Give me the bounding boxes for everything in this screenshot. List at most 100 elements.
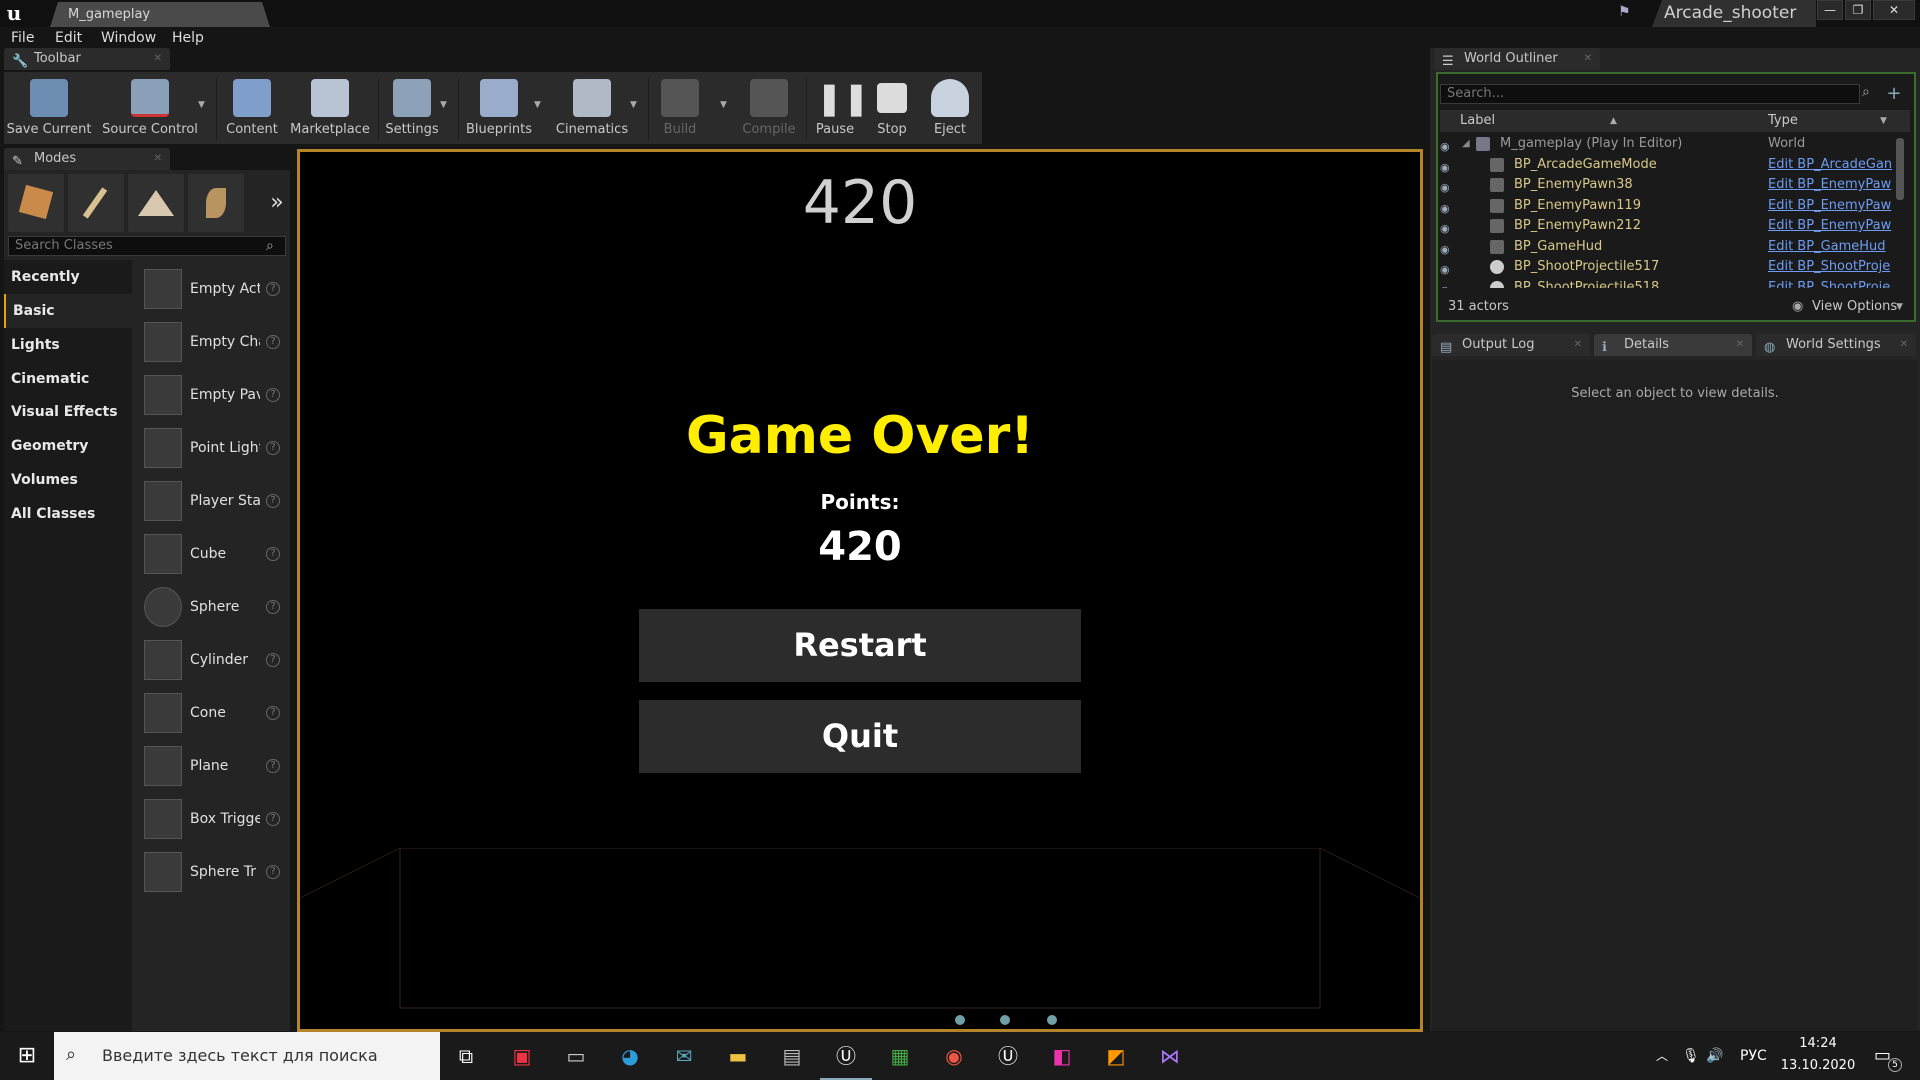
category-volumes[interactable]: Volumes bbox=[4, 463, 132, 497]
notifications-icon[interactable]: ▭ bbox=[1874, 1032, 1891, 1080]
tab-world-outliner[interactable]: ☰ World Outliner ✕ bbox=[1434, 48, 1600, 70]
help-icon[interactable]: ? bbox=[266, 600, 280, 614]
chrome-icon[interactable]: ◉ bbox=[928, 1032, 980, 1080]
list-item[interactable]: Plane? bbox=[140, 741, 288, 791]
landscape-mode-icon[interactable] bbox=[128, 174, 184, 232]
place-mode-icon[interactable] bbox=[8, 174, 64, 232]
chevron-down-icon[interactable]: ▼ bbox=[1896, 296, 1903, 318]
maximize-button[interactable]: ❐ bbox=[1845, 0, 1871, 20]
help-icon[interactable]: ? bbox=[266, 759, 280, 773]
build-dropdown-icon[interactable]: ▼ bbox=[720, 100, 730, 110]
unreal-engine-icon[interactable]: Ⓤ bbox=[820, 1032, 872, 1080]
jetbrains-icon[interactable]: ◧ bbox=[1036, 1032, 1088, 1080]
sublime-icon[interactable]: ◩ bbox=[1090, 1032, 1142, 1080]
list-item[interactable]: Box Trigge? bbox=[140, 794, 288, 844]
list-item[interactable]: Cylinder? bbox=[140, 635, 288, 685]
cinematics-button[interactable]: Cinematics bbox=[552, 74, 632, 144]
menu-help[interactable]: Help bbox=[172, 27, 204, 49]
view-options-button[interactable]: View Options bbox=[1812, 296, 1897, 318]
visibility-eye-icon[interactable]: ◉ bbox=[1440, 158, 1454, 174]
close-tab-icon[interactable]: ✕ bbox=[1736, 334, 1744, 356]
close-button[interactable]: ✕ bbox=[1873, 0, 1915, 20]
list-item[interactable]: Sphere? bbox=[140, 582, 288, 632]
help-icon[interactable]: ? bbox=[266, 547, 280, 561]
table-row[interactable]: ◉ BP_GameHud Edit BP_GameHud bbox=[1440, 237, 1900, 257]
taskbar-search-input[interactable]: Введите здесь текст для поиска bbox=[54, 1032, 440, 1080]
language-indicator[interactable]: РУС bbox=[1740, 1032, 1767, 1080]
edge-browser-icon[interactable]: ◕ bbox=[604, 1032, 656, 1080]
list-item[interactable]: Point Light? bbox=[140, 423, 288, 473]
table-row[interactable]: ◉ BP_ShootProjectile518 Edit BP_ShootPro… bbox=[1440, 278, 1900, 288]
table-row[interactable]: ◉ BP_EnemyPawn119 Edit BP_EnemyPaw bbox=[1440, 196, 1900, 216]
help-icon[interactable]: ? bbox=[266, 494, 280, 508]
help-icon[interactable]: ? bbox=[266, 706, 280, 720]
table-row[interactable]: ◉ BP_ShootProjectile517 Edit BP_ShootPro… bbox=[1440, 257, 1900, 277]
category-basic[interactable]: Basic bbox=[4, 294, 132, 328]
marketplace-button[interactable]: Marketplace bbox=[288, 74, 372, 144]
table-row[interactable]: ◉ BP_ArcadeGameMode Edit BP_ArcadeGan bbox=[1440, 155, 1900, 175]
eject-button[interactable]: Eject bbox=[924, 74, 976, 144]
expand-arrow-icon[interactable]: ◢ bbox=[1462, 134, 1470, 154]
source-control-dropdown-icon[interactable]: ▼ bbox=[198, 100, 208, 110]
visual-studio-icon[interactable]: ⋈ bbox=[1144, 1032, 1196, 1080]
windows-start-icon[interactable]: ⊞ bbox=[0, 1032, 54, 1080]
close-tab-icon[interactable]: ✕ bbox=[154, 148, 162, 170]
outliner-scrollbar[interactable] bbox=[1896, 138, 1904, 200]
list-item[interactable]: Empty Cha? bbox=[140, 317, 288, 367]
tray-chevron-icon[interactable]: ︿ bbox=[1656, 1032, 1668, 1080]
search-classes-input[interactable]: Search Classes bbox=[8, 236, 286, 256]
visibility-eye-icon[interactable]: ◉ bbox=[1440, 260, 1454, 276]
table-row[interactable]: ◉ BP_EnemyPawn38 Edit BP_EnemyPaw bbox=[1440, 175, 1900, 195]
help-icon[interactable]: ? bbox=[266, 653, 280, 667]
paint-mode-icon[interactable] bbox=[68, 174, 124, 232]
help-icon[interactable]: ? bbox=[266, 335, 280, 349]
visibility-eye-icon[interactable]: ◉ bbox=[1440, 219, 1454, 235]
pause-button[interactable]: ❚❚ Pause bbox=[810, 74, 870, 144]
compile-button[interactable]: Compile bbox=[738, 74, 800, 144]
task-view-icon[interactable]: ⧉ bbox=[440, 1032, 492, 1080]
unreal-launcher-icon[interactable]: Ⓤ bbox=[982, 1032, 1034, 1080]
blueprints-dropdown-icon[interactable]: ▼ bbox=[534, 100, 544, 110]
app-red-icon[interactable]: ▣ bbox=[496, 1032, 548, 1080]
close-tab-icon[interactable]: ✕ bbox=[1574, 334, 1582, 356]
settings-button[interactable]: Settings bbox=[382, 74, 442, 144]
help-icon[interactable]: ? bbox=[266, 388, 280, 402]
category-all-classes[interactable]: All Classes bbox=[4, 497, 132, 531]
category-lights[interactable]: Lights bbox=[4, 328, 132, 362]
foliage-mode-icon[interactable] bbox=[188, 174, 244, 232]
minimize-button[interactable]: — bbox=[1817, 0, 1843, 20]
category-geometry[interactable]: Geometry bbox=[4, 429, 132, 463]
tab-world-settings[interactable]: ◍ World Settings ✕ bbox=[1756, 334, 1916, 356]
close-tab-icon[interactable]: ✕ bbox=[1584, 48, 1592, 70]
clock-time[interactable]: 14:24 bbox=[1778, 1036, 1858, 1051]
blueprints-button[interactable]: Blueprints bbox=[464, 74, 534, 144]
tab-details[interactable]: ℹ Details ✕ bbox=[1594, 334, 1752, 356]
build-button[interactable]: Build bbox=[654, 74, 706, 144]
help-icon[interactable]: ? bbox=[266, 812, 280, 826]
source-control-button[interactable]: Source Control bbox=[100, 74, 200, 144]
category-visual-effects[interactable]: Visual Effects bbox=[4, 395, 132, 429]
category-recently-placed[interactable]: Recently Placed bbox=[4, 260, 132, 319]
save-current-button[interactable]: Save Current bbox=[6, 74, 92, 144]
list-item[interactable]: Empty Pav? bbox=[140, 370, 288, 420]
excel-icon[interactable]: ▦ bbox=[874, 1032, 926, 1080]
list-item[interactable]: Empty Act? bbox=[140, 264, 288, 314]
stop-button[interactable]: Stop bbox=[868, 74, 916, 144]
column-label[interactable]: Label bbox=[1460, 110, 1495, 132]
close-tab-icon[interactable]: ✕ bbox=[1900, 334, 1908, 356]
close-tab-icon[interactable]: ✕ bbox=[154, 48, 162, 70]
quit-button[interactable]: Quit bbox=[639, 700, 1081, 773]
restart-button[interactable]: Restart bbox=[639, 609, 1081, 682]
add-filter-icon[interactable]: + bbox=[1884, 84, 1904, 104]
tab-toolbar[interactable]: 🔧 Toolbar ✕ bbox=[4, 48, 170, 70]
settings-dropdown-icon[interactable]: ▼ bbox=[440, 100, 450, 110]
app-window-icon[interactable]: ▤ bbox=[766, 1032, 818, 1080]
microphone-icon[interactable]: 🎙 bbox=[1682, 1032, 1700, 1080]
menu-window[interactable]: Window bbox=[101, 27, 156, 49]
list-item[interactable]: Player Sta? bbox=[140, 476, 288, 526]
help-icon[interactable]: ? bbox=[266, 865, 280, 879]
list-item[interactable]: Cube? bbox=[140, 529, 288, 579]
table-row[interactable]: ◉ BP_EnemyPawn212 Edit BP_EnemyPaw bbox=[1440, 216, 1900, 236]
content-button[interactable]: Content bbox=[222, 74, 282, 144]
help-icon[interactable]: ? bbox=[266, 441, 280, 455]
